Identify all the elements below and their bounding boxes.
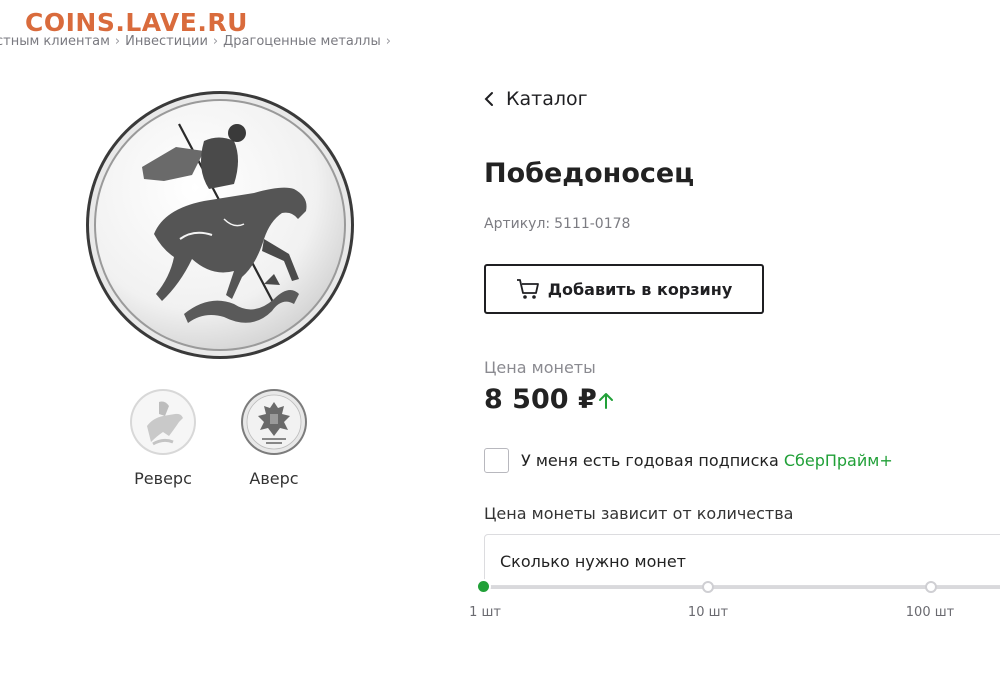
arrow-up-icon — [599, 393, 613, 409]
thumbnail-label-reverse: Реверс — [134, 469, 192, 488]
subscription-text: У меня есть годовая подписка — [521, 451, 779, 470]
chevron-right-icon: › — [212, 34, 219, 49]
price-label: Цена монеты — [484, 358, 596, 377]
product-article: Артикул: 5111-0178 — [484, 216, 630, 232]
price-value: 8 500 ₽ — [484, 384, 597, 415]
quantity-tick-label: 100 шт — [905, 605, 955, 620]
thumbnail-label-obverse: Аверс — [249, 469, 299, 488]
quantity-tick-label: 10 шт — [687, 605, 729, 620]
cart-icon — [516, 279, 539, 299]
add-to-cart-button[interactable]: Добавить в корзину — [484, 264, 764, 314]
chevron-right-icon: › — [385, 34, 391, 49]
subscription-checkbox[interactable] — [484, 448, 509, 473]
back-to-catalog-link[interactable]: Каталог — [484, 88, 588, 110]
article-label: Артикул: — [484, 216, 551, 232]
breadcrumb-item[interactable]: Инвестиции — [125, 34, 208, 49]
breadcrumb: стным клиентам › Инвестиции › Драгоценные ме… — [0, 34, 396, 49]
sberprime-link[interactable]: СберПрайм+ — [784, 451, 893, 470]
breadcrumb-item[interactable]: Драгоценные металлы — [223, 34, 381, 49]
quantity-slider-stop[interactable] — [925, 581, 937, 593]
quantity-placeholder: Сколько нужно монет — [500, 552, 686, 571]
coin-reverse-image — [86, 91, 354, 359]
watermark: COINS.LAVE.RU — [25, 8, 248, 37]
back-link-label: Каталог — [506, 88, 588, 110]
add-to-cart-label: Добавить в корзину — [547, 279, 733, 299]
subscription-label: У меня есть годовая подписка СберПрайм+ — [521, 451, 893, 470]
coin-reverse-thumbnail[interactable] — [129, 388, 197, 456]
quantity-tick-label: 1 шт — [469, 605, 501, 620]
product-title: Победоносец — [484, 158, 695, 189]
article-value: 5111-0178 — [554, 216, 631, 232]
quantity-caption: Цена монеты зависит от количества — [484, 504, 794, 523]
quantity-input[interactable]: Сколько нужно монет — [484, 534, 1000, 586]
quantity-slider-handle[interactable] — [478, 581, 489, 592]
breadcrumb-item[interactable]: стным клиентам — [0, 34, 110, 49]
chevron-left-icon — [484, 92, 493, 106]
coin-obverse-thumbnail[interactable] — [240, 388, 308, 456]
quantity-slider-stop[interactable] — [702, 581, 714, 593]
chevron-right-icon: › — [114, 34, 121, 49]
quantity-slider-track[interactable] — [484, 586, 1000, 589]
